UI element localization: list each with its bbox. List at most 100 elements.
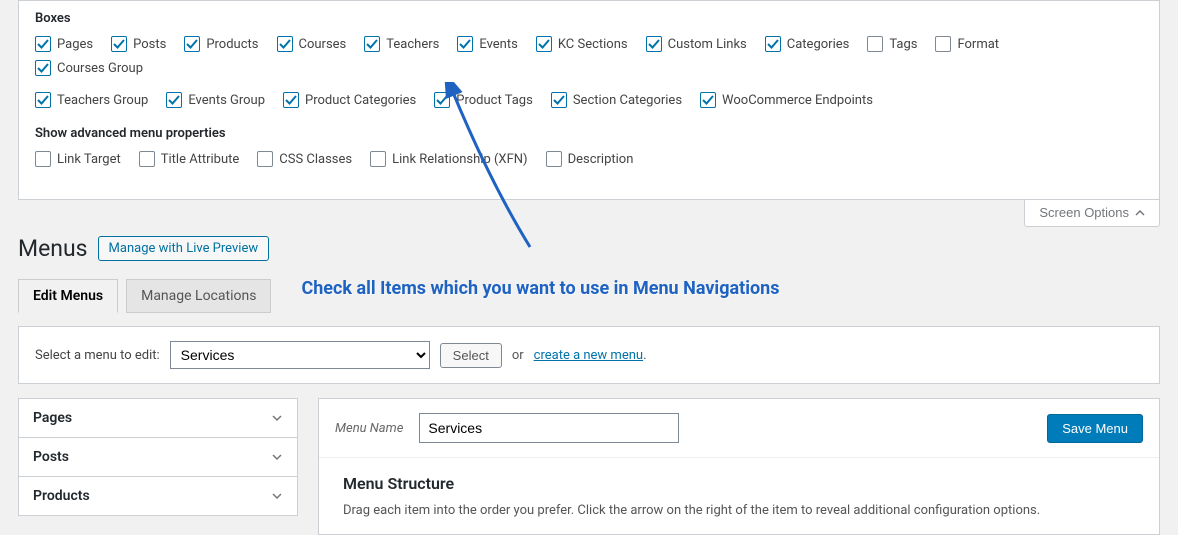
adv-check-1[interactable]: Title Attribute — [139, 151, 240, 167]
box-check-0[interactable]: Pages — [35, 36, 93, 52]
annotation-text: Check all Items which you want to use in… — [301, 278, 779, 312]
box-check-5[interactable]: Events — [457, 36, 517, 52]
box-check-1[interactable]: Posts — [111, 36, 166, 52]
checkbox-icon — [765, 36, 781, 52]
tab-edit-menus[interactable]: Edit Menus — [18, 279, 118, 313]
sidebar-item-pages[interactable]: Pages — [19, 399, 297, 438]
box-check-r2-1[interactable]: Events Group — [166, 92, 265, 108]
box-check-8[interactable]: Categories — [765, 36, 850, 52]
chevron-down-icon — [271, 451, 283, 463]
sidebar: Pages Posts Products — [18, 398, 298, 535]
checkbox-icon — [35, 92, 51, 108]
accordion: Pages Posts Products — [18, 398, 298, 516]
box-check-r2-4[interactable]: Section Categories — [551, 92, 682, 108]
boxes-heading: Boxes — [35, 11, 1143, 26]
box-check-r2-5[interactable]: WooCommerce Endpoints — [700, 92, 873, 108]
checkbox-label: Link Target — [57, 152, 121, 167]
sidebar-item-label: Products — [33, 488, 90, 504]
checkbox-label: WooCommerce Endpoints — [722, 93, 873, 108]
live-preview-button[interactable]: Manage with Live Preview — [98, 236, 270, 261]
chevron-down-icon — [271, 490, 283, 502]
checkbox-icon — [457, 36, 473, 52]
box-check-10[interactable]: Format — [935, 36, 999, 52]
checkbox-icon — [35, 151, 51, 167]
advanced-heading: Show advanced menu properties — [35, 126, 1143, 141]
checkbox-icon — [536, 36, 552, 52]
menu-name-input[interactable] — [419, 413, 679, 443]
checkbox-icon — [139, 151, 155, 167]
checkbox-label: Products — [206, 37, 258, 52]
checkbox-icon — [166, 92, 182, 108]
box-check-7[interactable]: Custom Links — [646, 36, 747, 52]
checkbox-icon — [364, 36, 380, 52]
box-check-2[interactable]: Products — [184, 36, 258, 52]
advanced-row: Link Target Title Attribute CSS Classes Lin… — [35, 151, 1143, 175]
box-check-9[interactable]: Tags — [867, 36, 917, 52]
checkbox-icon — [546, 151, 562, 167]
checkbox-icon — [35, 60, 51, 76]
sidebar-item-label: Posts — [33, 449, 69, 465]
checkbox-label: Section Categories — [573, 93, 682, 108]
checkbox-label: Custom Links — [668, 37, 747, 52]
checkbox-label: Tags — [889, 37, 917, 52]
menu-structure-heading: Menu Structure — [343, 474, 1135, 493]
checkbox-icon — [111, 36, 127, 52]
box-check-r2-3[interactable]: Product Tags — [434, 92, 533, 108]
checkbox-icon — [35, 36, 51, 52]
adv-check-0[interactable]: Link Target — [35, 151, 121, 167]
checkbox-label: Link Relationship (XFN) — [392, 152, 527, 167]
save-menu-button[interactable]: Save Menu — [1047, 414, 1143, 443]
menu-structure-desc: Drag each item into the order you prefer… — [343, 503, 1135, 518]
checkbox-icon — [434, 92, 450, 108]
sidebar-item-products[interactable]: Products — [19, 477, 297, 516]
boxes-row-2: Teachers Group Events Group Product Catego… — [35, 92, 1143, 116]
box-check-4[interactable]: Teachers — [364, 36, 439, 52]
menu-select[interactable]: Services — [170, 341, 430, 369]
sidebar-item-posts[interactable]: Posts — [19, 438, 297, 477]
screen-options-label: Screen Options — [1039, 205, 1129, 220]
screen-options-panel: Boxes Pages Posts Products Courses Teachers E… — [18, 0, 1160, 200]
period: . — [643, 348, 646, 363]
or-text: or — [512, 348, 524, 363]
adv-check-3[interactable]: Link Relationship (XFN) — [370, 151, 527, 167]
menu-name-label: Menu Name — [335, 421, 403, 436]
checkbox-icon — [551, 92, 567, 108]
adv-check-4[interactable]: Description — [546, 151, 634, 167]
checkbox-label: CSS Classes — [279, 152, 352, 167]
checkbox-icon — [646, 36, 662, 52]
checkbox-label: KC Sections — [558, 37, 628, 52]
checkbox-label: Title Attribute — [161, 152, 240, 167]
checkbox-icon — [283, 92, 299, 108]
select-menu-panel: Select a menu to edit: Services Select o… — [18, 326, 1160, 384]
box-check-3[interactable]: Courses — [277, 36, 347, 52]
adv-check-2[interactable]: CSS Classes — [257, 151, 352, 167]
box-check-r2-2[interactable]: Product Categories — [283, 92, 416, 108]
checkbox-label: Product Categories — [305, 93, 416, 108]
checkbox-label: Events Group — [188, 93, 265, 108]
checkbox-icon — [867, 36, 883, 52]
boxes-row-1: Pages Posts Products Courses Teachers Events K… — [35, 36, 1143, 84]
menu-editor: Menu Name Save Menu Menu Structure Drag … — [318, 398, 1160, 535]
box-check-6[interactable]: KC Sections — [536, 36, 628, 52]
checkbox-icon — [700, 92, 716, 108]
sidebar-item-label: Pages — [33, 410, 72, 426]
tab-manage-locations[interactable]: Manage Locations — [126, 279, 271, 313]
checkbox-label: Events — [479, 37, 517, 52]
select-button[interactable]: Select — [440, 343, 502, 368]
checkbox-label: Teachers Group — [57, 93, 148, 108]
chevron-down-icon — [271, 412, 283, 424]
checkbox-icon — [277, 36, 293, 52]
screen-options-toggle[interactable]: Screen Options — [1024, 199, 1160, 227]
checkbox-icon — [935, 36, 951, 52]
create-menu-link[interactable]: create a new menu — [534, 348, 643, 363]
box-check-r2-0[interactable]: Teachers Group — [35, 92, 148, 108]
checkbox-icon — [257, 151, 273, 167]
checkbox-icon — [370, 151, 386, 167]
box-check-11[interactable]: Courses Group — [35, 60, 143, 76]
checkbox-label: Teachers — [386, 37, 439, 52]
chevron-up-icon — [1135, 208, 1145, 218]
checkbox-label: Pages — [57, 37, 93, 52]
checkbox-label: Courses — [299, 37, 347, 52]
checkbox-icon — [184, 36, 200, 52]
select-menu-label: Select a menu to edit: — [35, 348, 160, 363]
